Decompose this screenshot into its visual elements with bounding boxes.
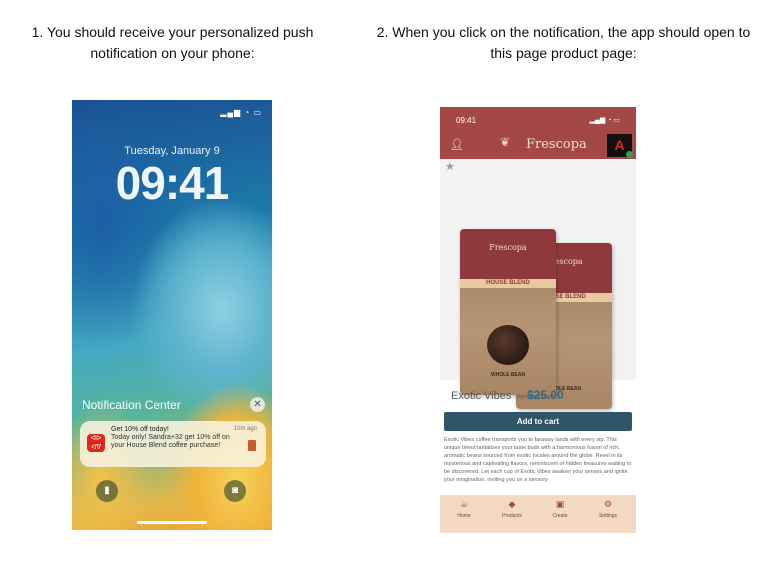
- product-image: Frescopa HOUSE BLEND WHOLE BEAN Frescopa…: [440, 159, 636, 409]
- favorite-star-icon[interactable]: ★: [445, 160, 455, 173]
- coffee-cup-icon: [248, 440, 256, 451]
- coffee-bag-front: Frescopa HOUSE BLEND WHOLE BEAN: [460, 229, 556, 395]
- tab-home[interactable]: ☕︎ Home: [444, 499, 484, 519]
- coffee-cup-icon: ☕︎: [459, 499, 469, 509]
- camera-icon[interactable]: ◙: [224, 480, 246, 502]
- app-header: 09:41 ▂▄▆ ◔ ▭ 👤︎ ❦ Frescopa A: [440, 107, 636, 159]
- gear-icon: ⚙︎: [603, 499, 613, 509]
- lock-screen-phone: ▂▄▆ ◔ ▭ Tuesday, January 9 09:41 Notific…: [72, 100, 272, 530]
- tab-label: Settings: [598, 513, 618, 519]
- tab-products[interactable]: ◆ Products: [492, 499, 532, 519]
- brand-name: Frescopa: [526, 137, 587, 152]
- add-to-cart-button[interactable]: Add to cart: [444, 412, 632, 431]
- tab-bar: ☕︎ Home ◆ Products ▣ Create ⚙︎ Settings: [440, 495, 636, 533]
- notification-center-label: Notification Center: [82, 398, 181, 412]
- step1-caption: 1. You should receive your personalized …: [31, 24, 314, 61]
- image-icon: ▣: [555, 499, 565, 509]
- notification-body: Today only! Sandra+32 get 10% off on you…: [111, 434, 230, 449]
- bag-brand: Frescopa: [489, 243, 527, 252]
- tab-label: Create: [552, 513, 568, 519]
- flashlight-icon[interactable]: ▮: [96, 480, 118, 502]
- status-time: 09:41: [456, 116, 477, 125]
- tab-create[interactable]: ▣ Create: [540, 499, 580, 519]
- status-dot: [626, 151, 633, 158]
- notification-title: Get 10% off today!: [111, 426, 169, 433]
- tag-icon: ◆: [508, 499, 516, 509]
- status-icons: ▂▄▆ ◔ ▭: [220, 108, 262, 117]
- notification-time: 10m ago: [233, 426, 257, 432]
- user-icon[interactable]: 👤︎: [450, 138, 464, 151]
- product-price: $25.00: [527, 388, 564, 402]
- push-notification[interactable]: ᐊᐅ ᐊᐁ Get 10% off today! 10m ago Today on…: [80, 421, 266, 467]
- step2-caption: 2. When you click on the notification, t…: [376, 24, 751, 61]
- tab-label: Home: [457, 513, 471, 519]
- lock-time: 09:41: [115, 157, 230, 209]
- tab-label: Products: [502, 513, 522, 519]
- tab-settings[interactable]: ⚙︎ Settings: [588, 499, 628, 519]
- brand-logo-icon: ❦: [500, 135, 511, 149]
- bag-type: WHOLE BEAN: [490, 372, 526, 378]
- status-icons: ▂▄▆ ◔ ▭: [589, 117, 620, 124]
- product-name: Exotic Vibes: [451, 390, 512, 402]
- close-icon[interactable]: ✕: [250, 397, 265, 412]
- app-icon: ᐊᐅ ᐊᐁ: [87, 434, 105, 452]
- bag-blend: HOUSE BLEND: [460, 279, 556, 288]
- home-indicator[interactable]: [137, 521, 207, 524]
- product-description: Exotic Vibes coffee transports you to fa…: [444, 437, 632, 483]
- product-page-phone: 09:41 ▂▄▆ ◔ ▭ 👤︎ ❦ Frescopa A Frescopa H…: [440, 107, 636, 533]
- coffee-beans: [487, 325, 529, 365]
